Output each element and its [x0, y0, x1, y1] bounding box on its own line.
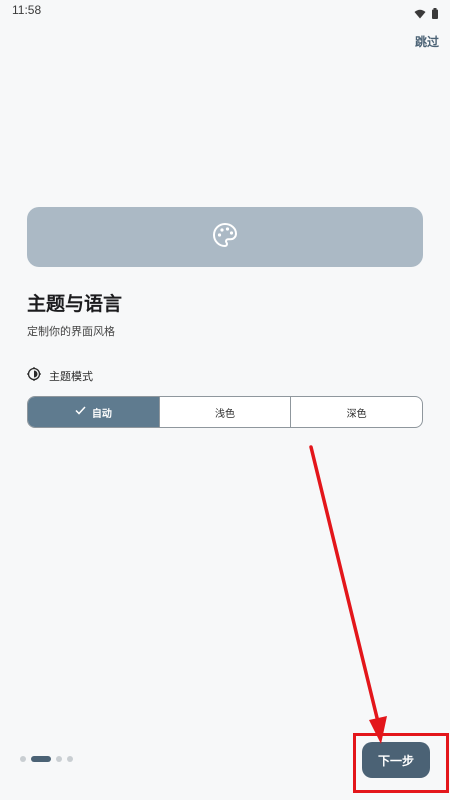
- hero-card: [27, 207, 423, 267]
- theme-option-light[interactable]: 浅色: [158, 397, 291, 427]
- theme-option-dark[interactable]: 深色: [290, 397, 422, 427]
- palette-icon: [212, 222, 238, 252]
- page-subtitle: 定制你的界面风格: [27, 325, 115, 338]
- brightness-icon: [27, 367, 41, 384]
- page-title: 主题与语言: [27, 293, 123, 315]
- theme-option-label: 自动: [91, 408, 112, 420]
- page-indicator: [20, 756, 73, 762]
- theme-mode-selector: 自动 浅色 深色: [27, 396, 423, 428]
- status-time: 11:58: [12, 3, 42, 17]
- wifi-icon: [414, 4, 426, 23]
- theme-option-label: 浅色: [215, 408, 235, 420]
- next-button[interactable]: 下一步: [362, 742, 430, 778]
- page-dot: [67, 756, 73, 762]
- page-dot: [20, 756, 26, 762]
- theme-option-auto[interactable]: 自动: [28, 397, 159, 427]
- theme-mode-label: 主题模式: [49, 369, 93, 383]
- status-icons: [414, 4, 438, 23]
- theme-mode-section: 主题模式: [27, 367, 93, 384]
- page-dot-active: [31, 756, 51, 762]
- check-icon: [75, 406, 86, 418]
- status-bar: 11:58: [0, 0, 450, 22]
- theme-option-label: 深色: [346, 408, 367, 420]
- battery-icon: [432, 4, 438, 23]
- skip-button[interactable]: 跳过: [415, 33, 439, 50]
- page-dot: [56, 756, 62, 762]
